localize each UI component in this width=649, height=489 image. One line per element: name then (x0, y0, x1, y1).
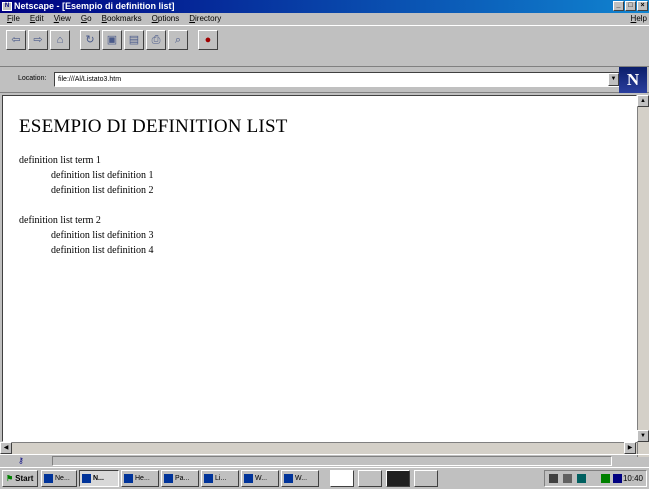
tray-icon[interactable] (563, 474, 572, 483)
app-icon (44, 473, 53, 483)
location-input[interactable]: file:///Al/Listato3.htm ▼ (54, 72, 620, 87)
home-icon: ⌂ (56, 34, 64, 46)
tray-icon[interactable] (549, 474, 558, 483)
minimize-button[interactable]: _ (613, 1, 624, 11)
definition-description: definition list definition 2 (51, 185, 154, 196)
forward-button[interactable]: ⇨ (28, 30, 48, 50)
arrow-left-icon: ◀ (3, 445, 9, 451)
app-icon (244, 473, 253, 483)
stop-button[interactable]: ● (198, 30, 218, 50)
app-icon (284, 473, 293, 483)
definition-description: definition list definition 4 (51, 245, 154, 256)
definition-list: definition list term 1 definition list d… (19, 153, 154, 258)
reload-icon: ↻ (85, 34, 95, 46)
key-icon: ⚷ (18, 456, 24, 465)
arrow-down-icon: ▼ (640, 433, 646, 439)
quick-launch-box[interactable] (386, 470, 410, 487)
taskbar-item-active[interactable]: N... (79, 470, 119, 487)
find-button[interactable]: ⌕ (168, 30, 188, 50)
start-label: Start (15, 474, 34, 483)
network-icon[interactable] (613, 474, 622, 483)
app-icon (164, 473, 173, 483)
print-button[interactable]: ⎙ (146, 30, 166, 50)
page-heading: ESEMPIO DI DEFINITION LIST (19, 116, 288, 137)
forward-icon: ⇨ (33, 34, 43, 46)
images-icon: ▣ (106, 34, 118, 46)
open-button[interactable]: ▤ (124, 30, 144, 50)
menu-go[interactable]: Go (76, 13, 97, 25)
menu-directory[interactable]: Directory (184, 13, 226, 25)
start-button[interactable]: ⚑ Start (2, 470, 38, 487)
window-titlebar[interactable]: N Netscape - [Esempio di definition list… (0, 0, 649, 13)
taskbar-item[interactable]: Ne... (41, 470, 77, 487)
clock: 10:40 (622, 474, 643, 483)
home-button[interactable]: ⌂ (50, 30, 70, 50)
scroll-right-button[interactable]: ▶ (624, 442, 636, 454)
menu-bookmarks[interactable]: Bookmarks (97, 13, 147, 25)
status-text (52, 456, 612, 466)
app-icon (204, 473, 213, 483)
arrow-right-icon: ▶ (627, 445, 633, 451)
scroll-up-button[interactable]: ▲ (637, 95, 649, 107)
window-title: Netscape - [Esempio di definition list] (14, 1, 175, 11)
horizontal-scrollbar[interactable]: ◀ ▶ (0, 442, 637, 454)
scroll-left-button[interactable]: ◀ (0, 442, 12, 454)
definition-term: definition list term 2 (19, 215, 101, 226)
navigation-toolbar: ⇦ ⇨ ⌂ ↻ ▣ ▤ ⎙ ⌕ ● (0, 25, 649, 67)
definition-description: definition list definition 1 (51, 170, 154, 181)
reload-button[interactable]: ↻ (80, 30, 100, 50)
windows-logo-icon: ⚑ (6, 474, 14, 483)
speaker-icon[interactable] (601, 474, 610, 483)
location-dropdown-button[interactable]: ▼ (608, 73, 619, 86)
close-button[interactable]: × (637, 1, 648, 11)
menu-edit[interactable]: Edit (25, 13, 49, 25)
quick-launch-box[interactable] (358, 470, 382, 487)
vertical-scrollbar[interactable]: ▲ ▼ (637, 95, 649, 457)
menu-options[interactable]: Options (147, 13, 185, 25)
page-content: ESEMPIO DI DEFINITION LIST definition li… (2, 95, 637, 442)
stop-icon: ● (204, 34, 212, 46)
menu-view[interactable]: View (49, 13, 76, 25)
find-icon: ⌕ (174, 34, 182, 46)
app-icon (124, 473, 133, 483)
open-icon: ▤ (128, 34, 140, 46)
taskbar: ⚑ Start Ne... N... He... Pa... Li... W...… (0, 467, 649, 489)
tray-icon[interactable] (577, 474, 586, 483)
quick-launch-box[interactable] (330, 470, 354, 487)
netscape-logo[interactable]: N (619, 67, 647, 93)
menu-file[interactable]: File (2, 13, 25, 25)
back-icon: ⇦ (11, 34, 21, 46)
definition-description: definition list definition 3 (51, 230, 154, 241)
taskbar-item[interactable]: W... (281, 470, 319, 487)
maximize-button[interactable]: □ (625, 1, 636, 11)
system-tray: 10:40 (544, 470, 647, 487)
taskbar-item[interactable]: Pa... (161, 470, 199, 487)
definition-term: definition list term 1 (19, 155, 101, 166)
taskbar-item[interactable]: He... (121, 470, 159, 487)
arrow-up-icon: ▲ (640, 98, 646, 104)
images-button[interactable]: ▣ (102, 30, 122, 50)
netscape-app-icon[interactable]: N (2, 2, 12, 11)
back-button[interactable]: ⇦ (6, 30, 26, 50)
menu-help[interactable]: Help (626, 13, 649, 25)
menu-bar: File Edit View Go Bookmarks Options Dire… (0, 13, 649, 25)
quick-launch-box[interactable] (414, 470, 438, 487)
taskbar-item[interactable]: Li... (201, 470, 239, 487)
location-url: file:///Al/Listato3.htm (58, 76, 122, 83)
location-label: Location: (18, 75, 47, 82)
netscape-icon (82, 473, 91, 483)
print-icon: ⎙ (151, 34, 161, 46)
scroll-down-button[interactable]: ▼ (637, 430, 649, 442)
location-bar: Location: file:///Al/Listato3.htm ▼ N (0, 67, 649, 93)
taskbar-item[interactable]: W... (241, 470, 279, 487)
status-bar: ⚷ (0, 454, 649, 466)
chevron-down-icon: ▼ (610, 76, 617, 82)
